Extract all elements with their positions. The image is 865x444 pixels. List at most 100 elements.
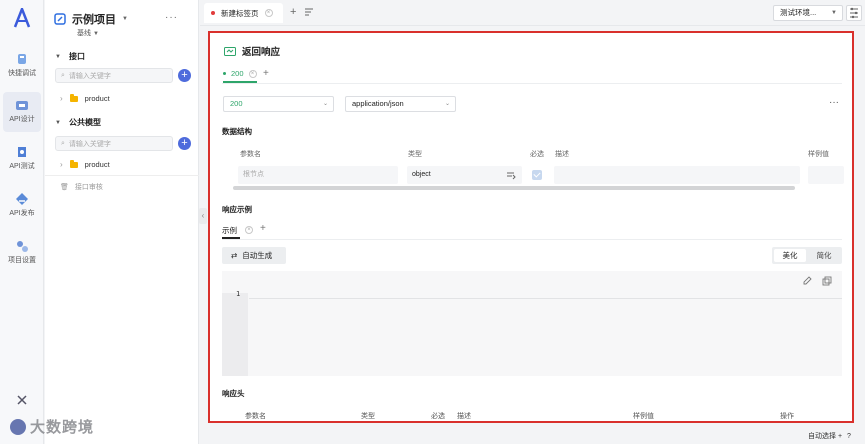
api-section-title: 接口 [68, 52, 85, 61]
root-param-field[interactable]: 根节点 [238, 166, 398, 184]
col-example: 样例值 [808, 151, 829, 158]
icon-rail: 快捷调试 API设计 API测试 API发布 项目设置 [0, 0, 44, 444]
current-line-highlight [249, 298, 842, 299]
app-logo-icon[interactable] [13, 8, 31, 28]
tab-example[interactable]: 示例 [222, 225, 237, 236]
tab-new[interactable]: 新建标签页 × [204, 3, 283, 23]
rail-item-project-settings[interactable]: 项目设置 [3, 233, 41, 273]
example-section-title: 响应示例 [222, 205, 252, 214]
content-type-select[interactable]: application/json ⌄ [345, 96, 456, 112]
more-icon[interactable]: ··· [165, 12, 178, 23]
code-editor[interactable]: 1 [222, 271, 842, 376]
add-model-button[interactable]: + [178, 137, 191, 150]
sidebar-collapse-handle[interactable]: ‹ [199, 208, 207, 224]
environment-settings-button[interactable] [846, 5, 862, 21]
unsaved-dot-icon [211, 11, 215, 15]
header-col-example: 样例值 [633, 413, 654, 420]
rail-item-quick-debug[interactable]: 快捷调试 [3, 46, 41, 86]
chevron-down-icon: ▼ [831, 10, 837, 16]
watermark-text: 大数跨境 [30, 419, 95, 436]
auto-select-control[interactable]: 自动选择 + ? [808, 431, 851, 441]
auto-select-label: 自动选择 + [808, 433, 843, 440]
search-icon: ⌕ [61, 71, 65, 79]
line-number: 1 [236, 290, 241, 298]
folder-icon [69, 93, 78, 102]
recycle-bin-item[interactable]: 🗑 接口审核 [60, 182, 103, 192]
auto-generate-label: 自动生成 [242, 251, 273, 260]
response-panel: 返回响应 200 × + 200 ⌄ application/json ⌄ ··… [208, 31, 854, 423]
response-icon [224, 46, 236, 56]
api-design-icon [16, 101, 28, 110]
api-search-input[interactable]: ⌕ 请输入关键字 [55, 68, 217, 83]
add-status-icon[interactable]: + [263, 68, 269, 79]
beautify-button[interactable]: 美化 [774, 249, 806, 262]
close-icon[interactable]: × [264, 9, 273, 17]
watermark: 大数跨境 [10, 416, 94, 437]
copy-icon[interactable] [822, 276, 832, 286]
col-type: 类型 [408, 151, 422, 158]
editor-gutter [222, 293, 248, 376]
tree-item-label: product [84, 94, 110, 103]
collapse-triangle-icon: ▼ [55, 119, 61, 126]
add-api-button[interactable]: + [178, 69, 191, 82]
root-desc-field[interactable] [554, 166, 800, 184]
auto-generate-button[interactable]: ⇄ 自动生成 [222, 247, 286, 264]
header-col-type: 类型 [361, 413, 375, 420]
api-section-header[interactable]: ▼ 接口 [55, 51, 85, 62]
type-options-icon[interactable] [506, 170, 516, 180]
branch-switcher[interactable]: 基线 ▼ [77, 28, 99, 38]
status-dot-icon [223, 72, 226, 75]
chevron-down-icon: ▼ [92, 31, 99, 37]
project-name: 示例项目 [72, 14, 116, 26]
edit-icon[interactable] [802, 276, 812, 286]
root-example-field[interactable] [808, 166, 844, 184]
folder-icon [69, 159, 78, 168]
watermark-logo-icon [10, 418, 26, 435]
root-type-value: object [412, 171, 431, 178]
tools-icon[interactable] [15, 393, 29, 407]
api-publish-icon [16, 193, 28, 205]
panel-title: 返回响应 [224, 44, 280, 58]
status-code-select[interactable]: 200 ⌄ [223, 96, 334, 112]
more-icon[interactable]: ··· [829, 97, 839, 108]
rail-item-api-publish[interactable]: API发布 [3, 186, 41, 226]
horizontal-scrollbar[interactable] [233, 186, 795, 190]
project-icon [54, 13, 66, 25]
divider [222, 239, 842, 240]
required-checkbox[interactable] [532, 170, 542, 180]
add-tab-icon[interactable]: + [290, 6, 296, 18]
model-search-input[interactable]: ⌕ 请输入关键字 [55, 136, 217, 151]
simplify-button[interactable]: 简化 [808, 249, 840, 262]
model-section-header[interactable]: ▼ 公共模型 [55, 117, 101, 128]
chevron-right-icon: › [60, 94, 63, 103]
tree-item-product[interactable]: › product [60, 93, 110, 103]
col-required: 必选 [530, 151, 544, 158]
rail-item-api-design[interactable]: API设计 [3, 92, 41, 132]
tab-list-icon[interactable] [304, 7, 314, 17]
tree-item-label: product [84, 160, 110, 169]
tree-item-model-product[interactable]: › product [60, 159, 110, 169]
model-section-title: 公共模型 [68, 118, 101, 127]
tab-status-200[interactable]: 200 × [223, 69, 257, 78]
rail-item-api-test[interactable]: API测试 [3, 139, 41, 179]
sliders-icon [850, 7, 858, 19]
close-icon[interactable]: × [245, 226, 253, 234]
debug-icon [18, 54, 26, 64]
headers-title: 响应头 [222, 389, 245, 398]
close-icon[interactable]: × [248, 69, 257, 78]
root-placeholder: 根节点 [243, 171, 264, 178]
help-icon[interactable]: ? [847, 433, 851, 440]
rail-label: API测试 [9, 163, 35, 170]
root-type-field[interactable]: object [407, 166, 522, 184]
environment-value: 测试环境... [780, 8, 817, 17]
status-tab-label: 200 [231, 69, 244, 78]
chevron-right-icon: › [60, 160, 63, 169]
add-example-icon[interactable]: + [260, 223, 266, 234]
tab-label: 新建标签页 [221, 8, 259, 18]
environment-select[interactable]: 测试环境... ▼ [773, 5, 843, 21]
project-switcher[interactable]: 示例项目 ▼ [54, 11, 128, 27]
recycle-bin-label: 接口审核 [74, 184, 103, 191]
branch-name: 基线 [77, 30, 91, 37]
header-col-operation: 操作 [780, 413, 794, 420]
panel-title-text: 返回响应 [242, 47, 281, 58]
